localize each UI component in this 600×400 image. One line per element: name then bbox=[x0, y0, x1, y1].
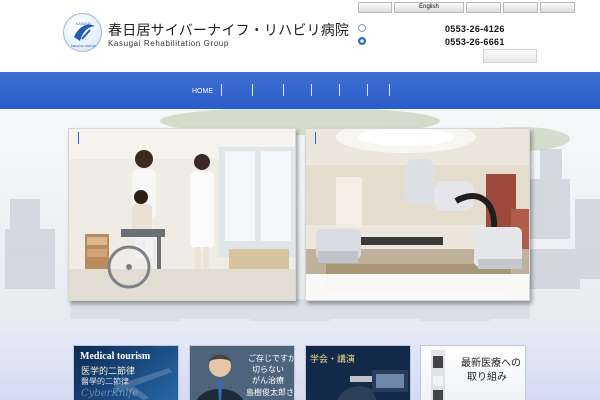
banner-4-line-2: 取り組み bbox=[467, 372, 507, 383]
nav-separator bbox=[252, 84, 253, 96]
search-input[interactable] bbox=[483, 49, 537, 63]
banner-2-line-1: ご存じですか？ bbox=[248, 354, 294, 363]
nav-separator bbox=[283, 84, 284, 96]
nav-separator bbox=[367, 84, 368, 96]
banner-cancer-treatment[interactable]: ご存じですか？ 切らない がん治療 島樹俊太郎さん bbox=[189, 345, 295, 400]
page: KASUGAI MEDICAL GROUP 春日居サイバーナイフ・リハビリ病院 … bbox=[0, 0, 600, 400]
banner-2-line-3: がん治療 bbox=[252, 376, 284, 385]
phone-number-2[interactable]: 0553-26-6661 bbox=[445, 37, 505, 47]
banner-3-line-1: 学会・講演 bbox=[310, 355, 356, 365]
main-navigation: HOME bbox=[0, 72, 600, 109]
site-title[interactable]: 春日居サイバーナイフ・リハビリ病院 bbox=[108, 20, 349, 40]
hero-section bbox=[0, 109, 600, 327]
cyberknife-photo[interactable] bbox=[305, 128, 530, 301]
hospital-emblem-icon[interactable]: KASUGAI MEDICAL GROUP bbox=[63, 13, 102, 52]
banner-1-line-3: CyberKnife bbox=[81, 388, 139, 399]
banner-1-title: Medical tourism bbox=[80, 351, 151, 362]
circle-link-icon[interactable] bbox=[358, 37, 366, 45]
rehabilitation-photo-image bbox=[69, 129, 295, 300]
phone-number-1[interactable]: 0553-26-4126 bbox=[445, 24, 505, 34]
language-button-5[interactable] bbox=[540, 2, 575, 13]
nav-item-home[interactable]: HOME bbox=[192, 88, 213, 95]
card-accent-mark bbox=[315, 132, 316, 144]
banner-2-line-2: 切らない bbox=[252, 365, 284, 374]
language-button-1[interactable] bbox=[358, 2, 392, 13]
banner-4-line-1: 最新医療への bbox=[461, 358, 521, 369]
logo-text-top: KASUGAI bbox=[76, 22, 90, 26]
banner-conference[interactable]: 学会・講演 bbox=[305, 345, 411, 400]
language-button-english[interactable]: English bbox=[394, 2, 464, 13]
banner-1-line-2: 醫學的二節律 bbox=[81, 377, 129, 386]
cyberknife-photo-image bbox=[306, 129, 529, 300]
card-accent-mark bbox=[78, 132, 79, 144]
site-header: KASUGAI MEDICAL GROUP 春日居サイバーナイフ・リハビリ病院 … bbox=[0, 0, 600, 72]
banner-strip: Medical tourism 医学的二節律 醫學的二節律 CyberKnife… bbox=[0, 327, 600, 400]
banner-advanced-medicine[interactable]: 最新医療への 取り組み bbox=[420, 345, 526, 400]
site-subtitle: Kasugai Rehabilitation Group bbox=[108, 39, 229, 48]
twitter-icon[interactable] bbox=[358, 24, 366, 32]
nav-separator bbox=[339, 84, 340, 96]
language-switcher: English bbox=[358, 2, 575, 13]
nav-separator bbox=[311, 84, 312, 96]
nav-separator bbox=[389, 84, 390, 96]
banner-2-line-4: 島樹俊太郎さん bbox=[246, 388, 294, 397]
nav-separator bbox=[221, 84, 222, 96]
rehabilitation-photo[interactable] bbox=[68, 128, 296, 301]
banner-medical-tourism[interactable]: Medical tourism 医学的二節律 醫學的二節律 CyberKnife bbox=[73, 345, 179, 400]
language-button-3[interactable] bbox=[466, 2, 501, 13]
logo-text-bottom: MEDICAL GROUP bbox=[71, 44, 96, 48]
language-button-4[interactable] bbox=[503, 2, 538, 13]
